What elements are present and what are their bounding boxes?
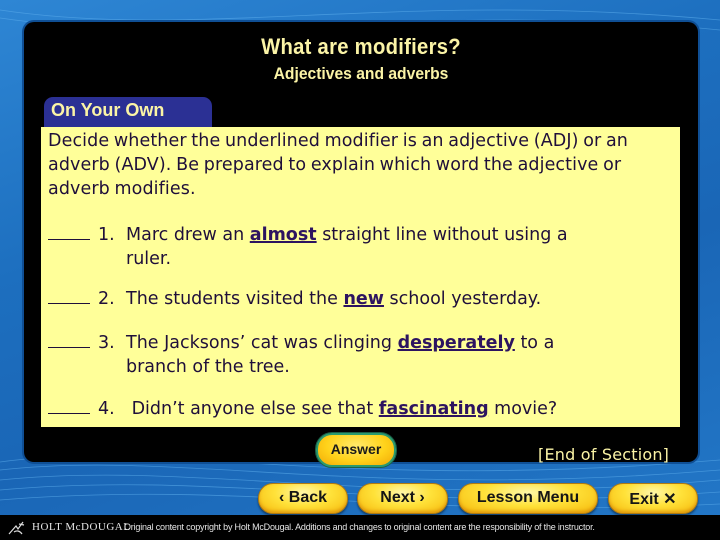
underlined-modifier: almost xyxy=(249,225,317,245)
exercise-box: Decide whether the underlined modifier i… xyxy=(41,127,680,427)
copyright-notice: Original content copyright by Holt McDou… xyxy=(124,522,595,532)
exercise-item: 3. The Jacksons’ cat was clinging despera… xyxy=(48,331,678,379)
underlined-modifier: new xyxy=(343,289,384,309)
exercise-item: 2. The students visited the new school ye… xyxy=(48,287,678,311)
end-of-section-link[interactable]: [End of Section] xyxy=(538,445,669,464)
answer-blank xyxy=(48,287,90,304)
section-tab-label: On Your Own xyxy=(51,100,165,120)
section-tab: On Your Own xyxy=(44,97,212,127)
underlined-modifier: fascinating xyxy=(378,399,489,419)
slide-panel: What are modifiers? Adjectives and adver… xyxy=(24,22,698,467)
answer-blank xyxy=(48,223,90,240)
lesson-menu-button[interactable]: Lesson Menu xyxy=(458,483,598,514)
underlined-modifier: desperately xyxy=(397,333,515,353)
instructions: Decide whether the underlined modifier i… xyxy=(48,131,628,199)
exercise-item: 4. Didn’t anyone else see that fascinati… xyxy=(48,397,678,421)
page-subtitle: Adjectives and adverbs xyxy=(273,64,449,83)
answer-blank xyxy=(48,397,90,414)
back-button[interactable]: ‹ Back xyxy=(258,483,348,514)
answer-button[interactable]: Answer xyxy=(316,433,396,467)
answer-blank xyxy=(48,331,90,348)
exercise-item: 1. Marc drew an almost straight line with… xyxy=(48,223,678,271)
exit-button[interactable]: Exit ✕ xyxy=(608,483,698,514)
footer-bar: HOLT McDOUGAL Original content copyright… xyxy=(0,515,720,540)
holt-mcdougal-logo-icon xyxy=(8,521,25,535)
brand-name: HOLT McDOUGAL xyxy=(32,521,131,533)
next-button[interactable]: Next › xyxy=(357,483,448,514)
page-title: What are modifiers? xyxy=(261,34,461,59)
